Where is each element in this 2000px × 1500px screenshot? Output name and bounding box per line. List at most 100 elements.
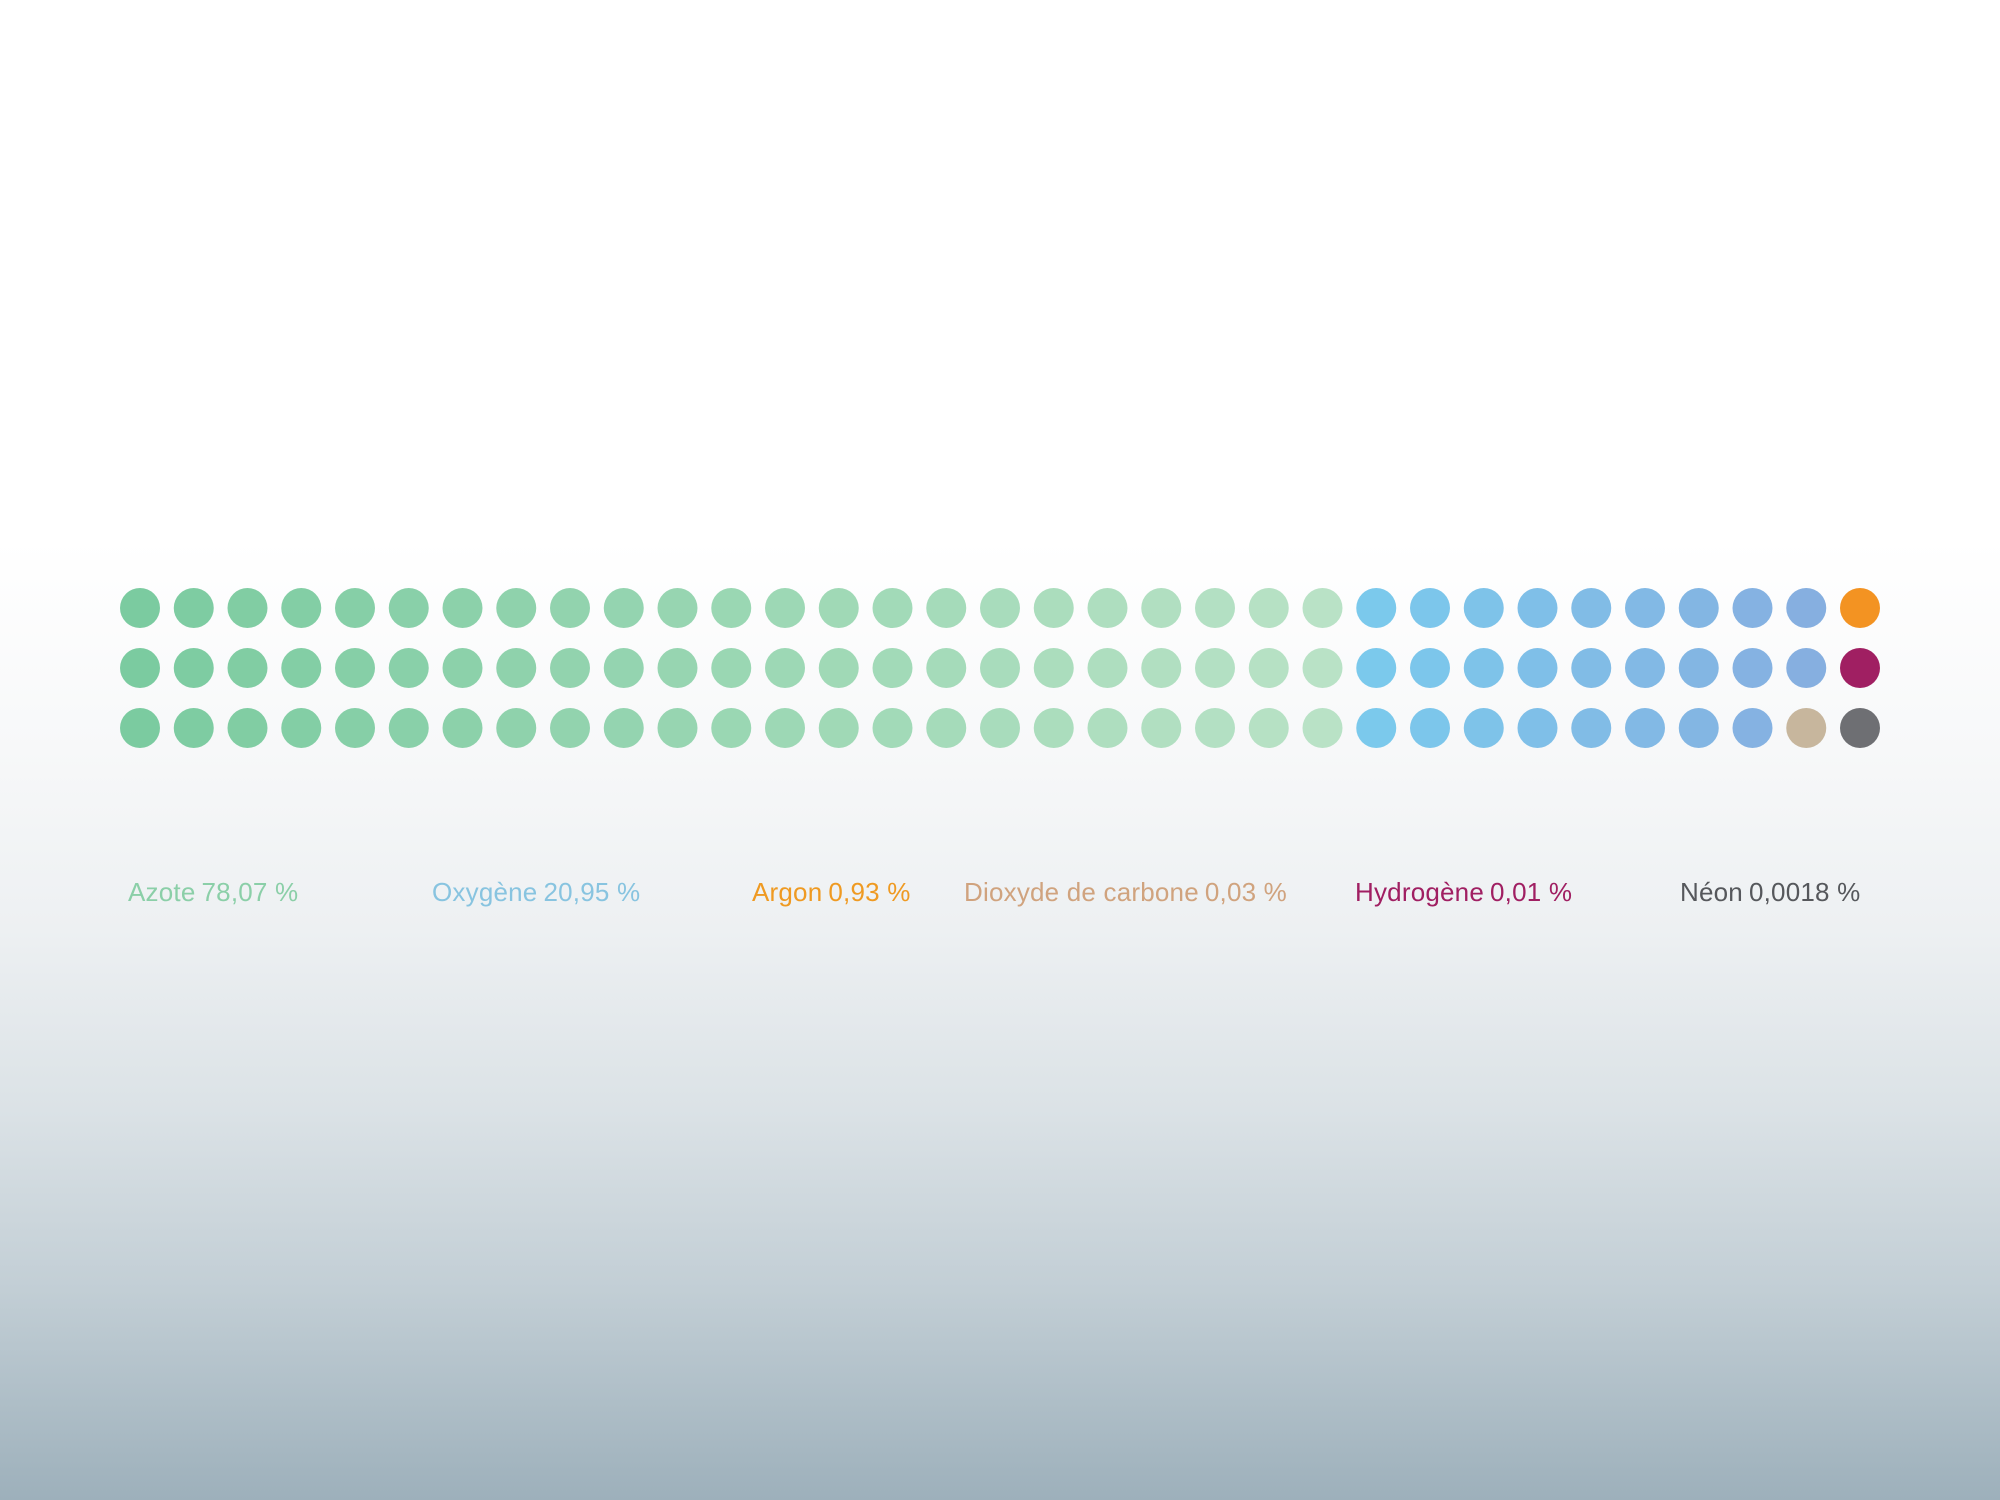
legend-item-argon: Argon 0,93 % — [752, 877, 911, 908]
legend-item-neon: Néon 0,0018 % — [1680, 877, 1860, 908]
dot-argon-1 — [1840, 588, 1880, 628]
legend-label-dioxyde-de-carbone: Dioxyde de carbone — [964, 877, 1199, 907]
dot-azote-2 — [120, 648, 160, 688]
dot-azote-62 — [1195, 648, 1235, 688]
dot-oxygene-8 — [1463, 648, 1504, 688]
dot-azote-18 — [388, 708, 429, 748]
dot-azote-26 — [550, 648, 590, 688]
dot-azote-30 — [603, 708, 644, 748]
dot-azote-31 — [657, 588, 698, 628]
legend-item-dioxyde-de-carbone: Dioxyde de carbone 0,03 % — [964, 877, 1287, 908]
dot-oxygene-5 — [1410, 648, 1450, 688]
dot-azote-7 — [227, 588, 268, 628]
dot-azote-60 — [1141, 708, 1182, 748]
dot-azote-32 — [657, 648, 698, 688]
dot-oxygene-3 — [1356, 708, 1397, 748]
dot-oxygene-2 — [1356, 648, 1397, 688]
dot-azote-55 — [1087, 588, 1128, 628]
legend: Azote 78,07 % Oxygène 20,95 % Argon 0,93 % … — [0, 877, 2000, 917]
dot-oxygene-7 — [1463, 588, 1504, 628]
dot-azote-56 — [1087, 648, 1128, 688]
dot-oxygene-17 — [1625, 648, 1665, 688]
dot-azote-35 — [711, 648, 752, 688]
dot-azote-59 — [1141, 648, 1182, 688]
dot-azote-65 — [1248, 648, 1289, 688]
dot-oxygene-25 — [1786, 588, 1827, 628]
dot-azote-51 — [980, 708, 1020, 748]
dot-oxygene-10 — [1517, 588, 1558, 628]
dot-azote-13 — [335, 588, 375, 628]
legend-label-azote: Azote — [128, 877, 196, 907]
dot-azote-41 — [818, 648, 859, 688]
dot-azote-4 — [173, 588, 214, 628]
legend-value-neon: 0,0018 % — [1748, 877, 1861, 907]
dot-azote-57 — [1087, 708, 1128, 748]
legend-value-argon: 0,93 % — [828, 877, 911, 907]
dot-oxygene-15 — [1571, 708, 1612, 748]
legend-item-oxygene: Oxygène 20,95 % — [432, 877, 640, 908]
dot-azote-11 — [281, 648, 322, 688]
dot-azote-19 — [442, 588, 483, 628]
dot-oxygene-12 — [1517, 708, 1558, 748]
legend-label-oxygene: Oxygène — [432, 877, 538, 907]
dot-azote-58 — [1141, 588, 1182, 628]
dot-oxygene-16 — [1625, 588, 1665, 628]
dot-azote-61 — [1195, 588, 1235, 628]
dot-azote-40 — [818, 588, 859, 628]
dot-azote-67 — [1302, 588, 1343, 628]
dot-azote-16 — [388, 588, 429, 628]
dot-azote-24 — [496, 708, 537, 748]
dot-azote-22 — [496, 588, 537, 628]
dot-azote-6 — [173, 708, 214, 748]
legend-value-azote: 78,07 % — [201, 877, 299, 907]
legend-value-oxygene: 20,95 % — [543, 877, 641, 907]
dot-azote-21 — [442, 708, 483, 748]
dot-oxygene-14 — [1571, 648, 1612, 688]
dot-azote-43 — [872, 588, 913, 628]
legend-label-neon: Néon — [1680, 877, 1743, 907]
dot-azote-8 — [227, 648, 268, 688]
dot-oxygene-1 — [1356, 588, 1397, 628]
dot-hydrogene-1 — [1840, 648, 1880, 688]
dot-azote-38 — [765, 648, 805, 688]
dot-azote-36 — [711, 708, 752, 748]
dot-oxygene-6 — [1410, 708, 1450, 748]
dot-oxygene-24 — [1732, 708, 1773, 748]
legend-label-argon: Argon — [752, 877, 823, 907]
dot-azote-39 — [765, 708, 805, 748]
dot-azote-5 — [173, 648, 214, 688]
dot-azote-37 — [765, 588, 805, 628]
dot-azote-49 — [980, 588, 1020, 628]
dot-azote-52 — [1033, 588, 1074, 628]
dot-azote-63 — [1195, 708, 1235, 748]
dot-azote-15 — [335, 708, 375, 748]
dot-oxygene-19 — [1678, 588, 1719, 628]
dot-azote-23 — [496, 648, 537, 688]
dot-azote-3 — [120, 708, 160, 748]
dot-azote-69 — [1302, 708, 1343, 748]
dot-oxygene-23 — [1732, 648, 1773, 688]
dot-azote-33 — [657, 708, 698, 748]
dot-oxygene-20 — [1678, 648, 1719, 688]
dot-oxygene-26 — [1786, 648, 1827, 688]
dot-azote-66 — [1248, 708, 1289, 748]
dot-azote-10 — [281, 588, 322, 628]
dot-azote-14 — [335, 648, 375, 688]
dot-oxygene-9 — [1463, 708, 1504, 748]
dot-azote-53 — [1033, 648, 1074, 688]
dot-oxygene-21 — [1678, 708, 1719, 748]
dot-azote-20 — [442, 648, 483, 688]
dot-azote-42 — [818, 708, 859, 748]
waffle-chart — [120, 588, 1880, 748]
dot-azote-54 — [1033, 708, 1074, 748]
dot-oxygene-13 — [1571, 588, 1612, 628]
dot-oxygene-11 — [1517, 648, 1558, 688]
legend-item-hydrogene: Hydrogène 0,01 % — [1355, 877, 1572, 908]
dot-oxygene-4 — [1410, 588, 1450, 628]
dot-azote-46 — [926, 588, 967, 628]
dot-azote-17 — [388, 648, 429, 688]
dot-azote-50 — [980, 648, 1020, 688]
dot-dioxyde-de-carbone-1 — [1786, 708, 1827, 748]
dot-azote-48 — [926, 708, 967, 748]
dot-oxygene-22 — [1732, 588, 1773, 628]
